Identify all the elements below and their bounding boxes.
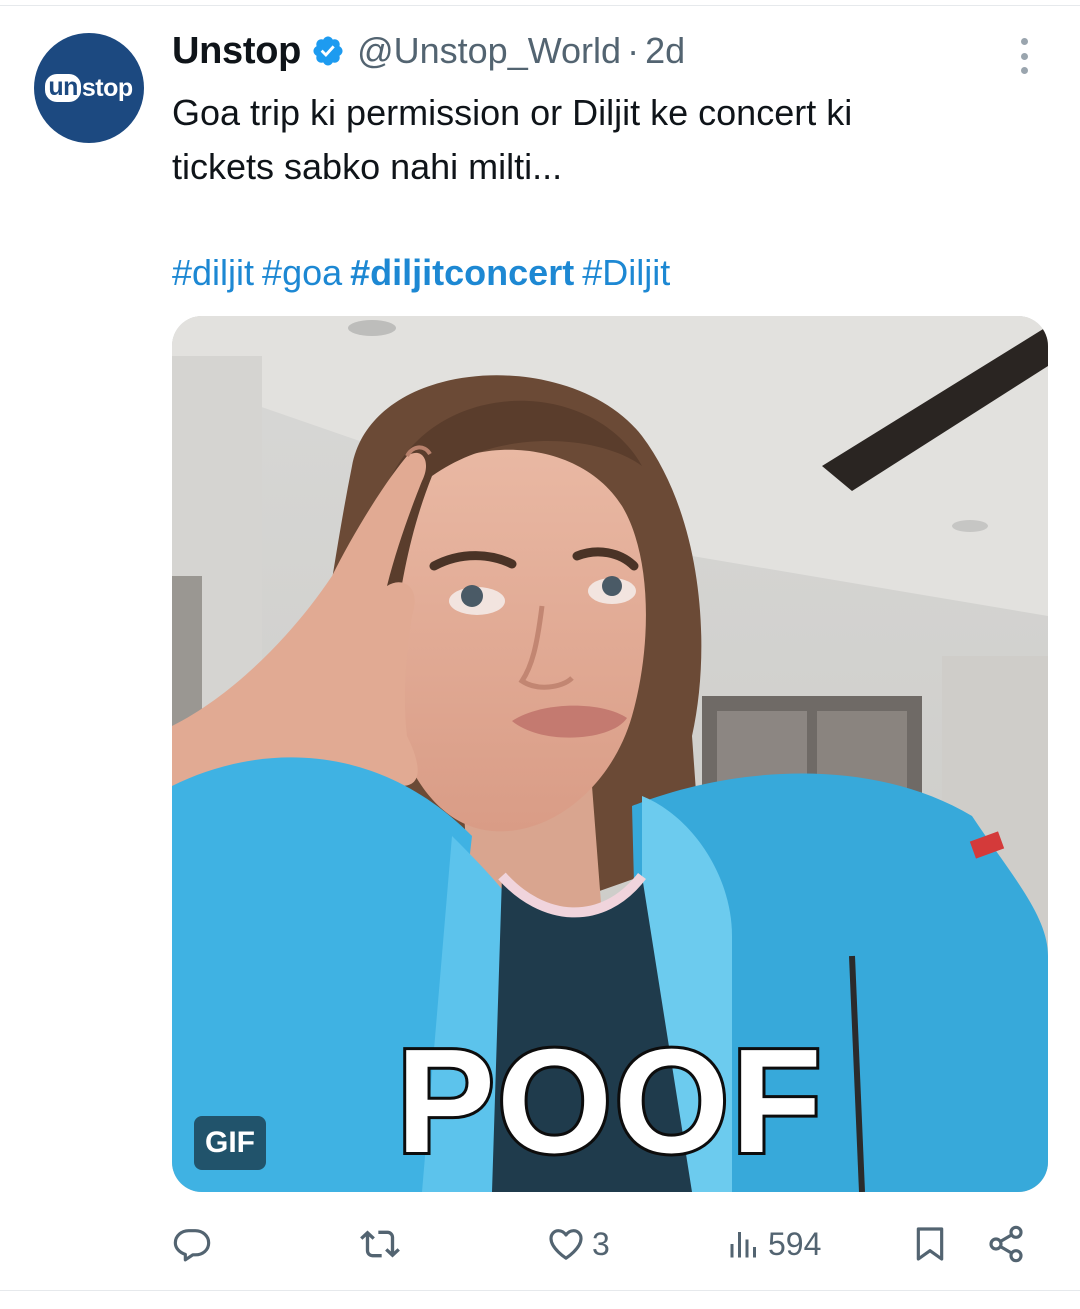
bottom-divider: [0, 1290, 1080, 1291]
gif-media[interactable]: POOF GIF: [172, 316, 1048, 1192]
hashtag-link[interactable]: #Diljit: [582, 252, 670, 293]
views-icon: [730, 1232, 756, 1258]
tweet-text-line: Goa trip ki permission or Diljit ke conc…: [172, 92, 853, 133]
bookmark-icon: [916, 1227, 944, 1261]
more-options-icon[interactable]: [1016, 38, 1032, 74]
tweet-text-line: tickets sabko nahi milti...: [172, 146, 563, 187]
hashtag-link[interactable]: #diljitconcert: [350, 252, 574, 293]
verified-badge-icon: [313, 36, 343, 66]
gif-badge: GIF: [194, 1116, 266, 1170]
hashtag-link[interactable]: #goa: [262, 252, 342, 293]
timestamp[interactable]: 2d: [645, 30, 685, 72]
reply-button[interactable]: [172, 1214, 212, 1274]
share-button[interactable]: [986, 1214, 1026, 1274]
tweet-header: Unstop @Unstop_World · 2d: [172, 28, 685, 74]
reply-icon: [173, 1229, 211, 1262]
like-button[interactable]: 3: [546, 1214, 610, 1274]
like-count: 3: [592, 1225, 610, 1262]
action-bar: 3 594: [172, 1214, 1042, 1274]
tweet-text: Goa trip ki permission or Diljit ke conc…: [172, 86, 1012, 194]
top-divider: [0, 5, 1080, 6]
avatar[interactable]: un stop: [34, 33, 144, 143]
hashtags: #diljit #goa #diljitconcert #Diljit: [172, 246, 678, 300]
views-count: 594: [768, 1225, 822, 1262]
hashtag-link[interactable]: #diljit: [172, 252, 254, 293]
heart-icon: [549, 1229, 583, 1260]
bookmark-button[interactable]: [910, 1214, 950, 1274]
gif-caption: POOF: [393, 1019, 824, 1184]
views-button[interactable]: 594: [726, 1214, 821, 1274]
retweet-icon: [360, 1230, 400, 1258]
share-icon: [989, 1225, 1023, 1263]
display-name[interactable]: Unstop: [172, 30, 301, 73]
retweet-button[interactable]: [358, 1214, 402, 1274]
handle[interactable]: @Unstop_World: [357, 30, 621, 72]
unstop-logo: un stop: [45, 74, 133, 103]
separator-dot: ·: [627, 30, 640, 71]
